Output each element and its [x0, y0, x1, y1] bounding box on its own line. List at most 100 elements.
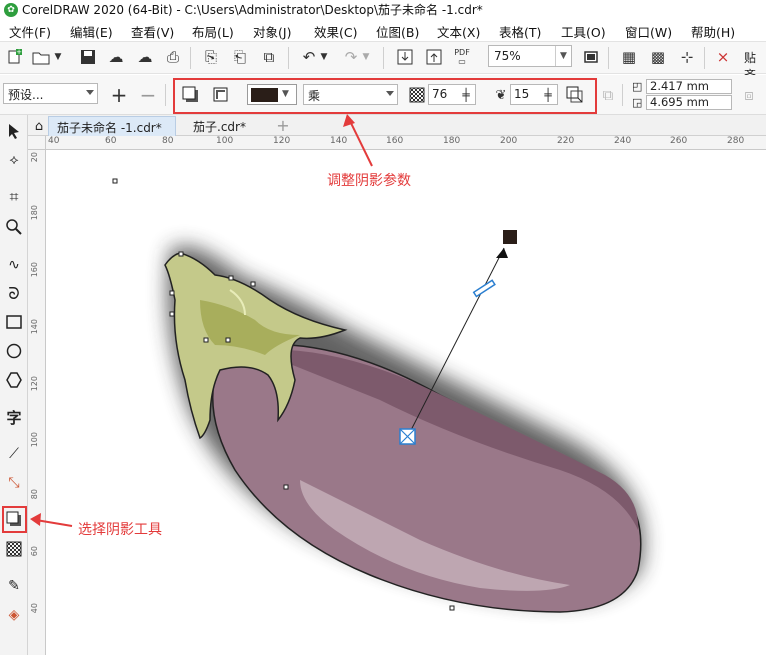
tab-document-2[interactable]: 茄子.cdr*: [185, 116, 273, 136]
feather-spinner-icon[interactable]: ╪: [541, 85, 555, 104]
remove-preset-icon[interactable]: −: [137, 83, 159, 107]
svg-text:+: +: [16, 49, 22, 56]
menu-text[interactable]: 文本(X): [437, 22, 480, 41]
chevron-down-icon[interactable]: ▼: [282, 89, 289, 99]
print-icon[interactable]: ⎙: [162, 46, 184, 68]
polygon-tool-icon[interactable]: [3, 369, 25, 391]
publish-icon[interactable]: ⧉: [258, 46, 280, 68]
ruler-tick: 120: [30, 376, 39, 392]
ruler-tick: 220: [557, 136, 575, 146]
ruler-tick: 120: [273, 136, 291, 146]
ruler-tick: 160: [30, 262, 39, 278]
tab-label: 茄子未命名 -1.cdr*: [57, 121, 162, 135]
snap-off-icon[interactable]: ⨯: [712, 46, 734, 68]
menu-file[interactable]: 文件(F): [9, 22, 51, 41]
show-rulers-icon[interactable]: ▦: [618, 46, 640, 68]
cloud-upload-icon[interactable]: ☁: [134, 46, 156, 68]
menu-bitmaps[interactable]: 位图(B): [376, 22, 419, 41]
horizontal-ruler[interactable]: 40 60 80 100 120 140 160 180 200 220 240…: [46, 136, 766, 150]
shadow-color-picker[interactable]: ▼: [247, 84, 297, 105]
export-icon[interactable]: ⎗: [229, 46, 251, 68]
drawing-canvas[interactable]: [46, 150, 766, 655]
ruler-tick: 280: [727, 136, 745, 146]
add-preset-icon[interactable]: +: [108, 83, 130, 107]
menu-window[interactable]: 窗口(W): [625, 22, 672, 41]
tab-document-1[interactable]: 茄子未命名 -1.cdr*: [48, 116, 176, 136]
copy-shadow-icon[interactable]: ⧈: [738, 84, 760, 106]
connector-tool-icon[interactable]: ⤡: [3, 472, 25, 494]
show-grid-icon[interactable]: ▩: [647, 46, 669, 68]
export-pdf-icon[interactable]: PDF ▭: [451, 46, 473, 68]
ruler-tick: 180: [443, 136, 461, 146]
undo-icon[interactable]: ↶: [298, 46, 320, 68]
menu-table[interactable]: 表格(T): [499, 22, 541, 41]
zoom-tool-icon[interactable]: [3, 216, 25, 238]
undo-dropdown-icon[interactable]: ▼: [318, 46, 330, 68]
transparency-tool-icon[interactable]: [3, 538, 25, 560]
opacity-slider-handle[interactable]: [472, 279, 496, 298]
freehand-tool-icon[interactable]: ∿: [3, 254, 25, 276]
menu-object[interactable]: 对象(J): [253, 22, 291, 41]
window-title: CorelDRAW 2020 (64-Bit) - C:\Users\Admin…: [22, 3, 483, 17]
rectangle-tool-icon[interactable]: [3, 311, 25, 333]
zoom-value: 75%: [494, 49, 521, 63]
ruler-tick: 140: [330, 136, 348, 146]
dimension-tool-icon[interactable]: ⟋: [3, 443, 25, 465]
pick-tool-icon[interactable]: [3, 120, 25, 142]
eyedropper-tool-icon[interactable]: ✎: [3, 575, 25, 597]
zoom-level-select[interactable]: 75% ▼: [488, 45, 572, 67]
ruler-corner[interactable]: [28, 136, 46, 150]
cloud-download-icon[interactable]: ☁: [105, 46, 127, 68]
menu-tools[interactable]: 工具(O): [561, 22, 606, 41]
save-icon[interactable]: [77, 46, 99, 68]
ruler-tick: 40: [48, 136, 60, 146]
opacity-icon: [406, 84, 428, 106]
preset-select[interactable]: 预设...: [3, 83, 98, 104]
redo-icon[interactable]: ↷: [340, 46, 362, 68]
inner-shadow-icon[interactable]: [210, 84, 232, 106]
ruler-tick: 60: [30, 546, 39, 557]
toolbar-divider: [608, 47, 609, 69]
menu-edit[interactable]: 编辑(E): [70, 22, 113, 41]
interactive-fill-tool-icon[interactable]: ◈: [3, 604, 25, 626]
chevron-down-icon[interactable]: ▼: [555, 46, 571, 66]
shadow-end-handle[interactable]: [503, 230, 517, 244]
open-dropdown-icon[interactable]: ▼: [52, 46, 64, 68]
feather-direction-icon[interactable]: [564, 84, 586, 106]
vertical-ruler[interactable]: 20 180 160 140 120 100 80 60 40: [28, 150, 46, 655]
menu-help[interactable]: 帮助(H): [691, 22, 735, 41]
ruler-tick: 160: [386, 136, 404, 146]
import-icon[interactable]: ⎘: [200, 46, 222, 68]
width-input[interactable]: 2.417 mm: [646, 79, 732, 94]
preset-value: 预设...: [8, 88, 44, 102]
annotation-select-tool: 选择阴影工具: [78, 522, 162, 538]
drop-shadow-tool-icon[interactable]: [3, 508, 25, 530]
height-input[interactable]: 4.695 mm: [646, 95, 732, 110]
shape-tool-icon[interactable]: ⟡: [3, 149, 25, 171]
redo-dropdown-icon[interactable]: ▼: [360, 46, 372, 68]
menu-layout[interactable]: 布局(L): [192, 22, 234, 41]
annotation-adjust-params: 调整阴影参数: [327, 173, 411, 189]
menu-effects[interactable]: 效果(C): [314, 22, 357, 41]
open-folder-icon[interactable]: [30, 46, 52, 68]
eggplant-drawing[interactable]: [46, 150, 766, 655]
feather-edge-icon[interactable]: ⧉: [597, 84, 619, 106]
export-arrow-icon[interactable]: [423, 46, 445, 68]
opacity-spinner-icon[interactable]: ╪: [459, 85, 473, 104]
artistic-media-tool-icon[interactable]: ᘐ: [3, 283, 25, 305]
shadow-vector-arrow: [496, 248, 508, 258]
ellipse-tool-icon[interactable]: [3, 340, 25, 362]
drop-shadow-icon[interactable]: [180, 84, 202, 106]
blend-mode-select[interactable]: 乘: [303, 84, 398, 105]
show-guidelines-icon[interactable]: ⊹: [676, 46, 698, 68]
crop-tool-icon[interactable]: ⌗: [3, 186, 25, 208]
home-icon[interactable]: ⌂: [30, 117, 48, 135]
menu-view[interactable]: 查看(V): [131, 22, 174, 41]
import-arrow-icon[interactable]: [394, 46, 416, 68]
text-tool-icon[interactable]: 字: [3, 406, 25, 428]
ruler-tick: 240: [614, 136, 632, 146]
new-document-icon[interactable]: +: [4, 46, 26, 68]
full-screen-icon[interactable]: [580, 46, 602, 68]
new-tab-icon[interactable]: +: [274, 116, 292, 135]
height-value: 4.695 mm: [650, 95, 709, 109]
